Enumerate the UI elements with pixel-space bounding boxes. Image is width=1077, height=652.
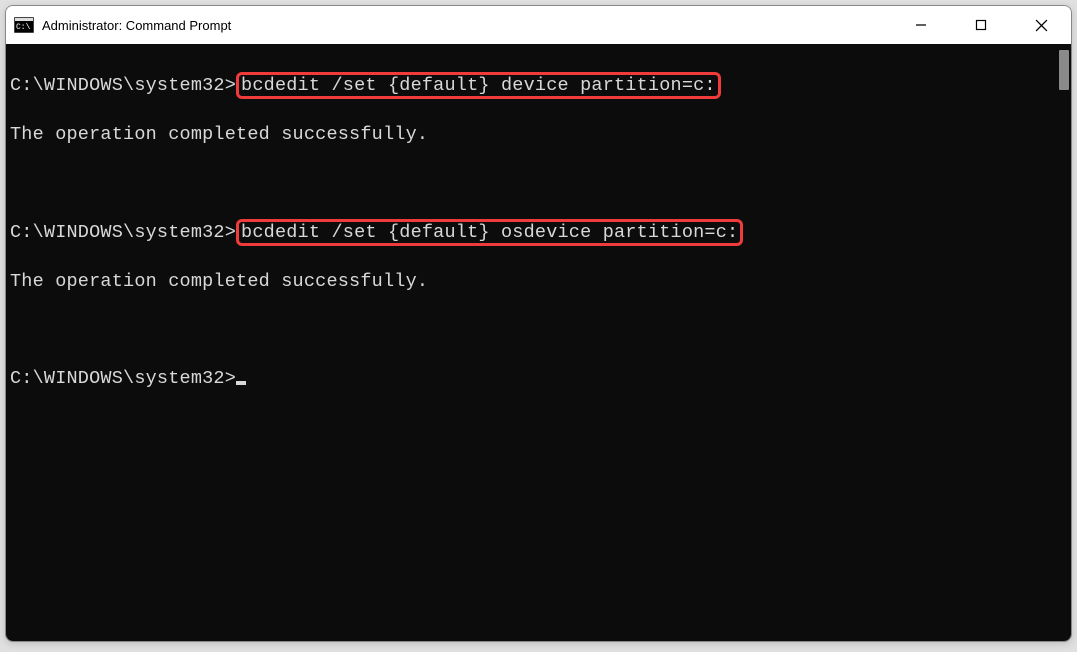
terminal-line <box>10 172 1067 196</box>
maximize-button[interactable] <box>951 6 1011 44</box>
minimize-button[interactable] <box>891 6 951 44</box>
terminal-line: C:\WINDOWS\system32>bcdedit /set {defaul… <box>10 74 1067 98</box>
terminal-line: The operation completed successfully. <box>10 270 1067 294</box>
prompt: C:\WINDOWS\system32> <box>10 222 236 243</box>
window-title: Administrator: Command Prompt <box>42 18 891 33</box>
terminal-line: The operation completed successfully. <box>10 123 1067 147</box>
terminal-line: C:\WINDOWS\system32>bcdedit /set {defaul… <box>10 221 1067 245</box>
svg-text:C:\: C:\ <box>16 23 31 32</box>
app-window: C:\ Administrator: Command Prompt C:\WIN… <box>5 5 1072 642</box>
command-highlight: bcdedit /set {default} osdevice partitio… <box>236 219 743 246</box>
prompt: C:\WINDOWS\system32> <box>10 368 236 389</box>
cmd-icon: C:\ <box>14 17 34 33</box>
prompt: C:\WINDOWS\system32> <box>10 75 236 96</box>
scrollbar[interactable] <box>1057 46 1069 639</box>
command-highlight: bcdedit /set {default} device partition=… <box>236 72 721 99</box>
close-button[interactable] <box>1011 6 1071 44</box>
titlebar[interactable]: C:\ Administrator: Command Prompt <box>6 6 1071 44</box>
window-controls <box>891 6 1071 44</box>
terminal-area[interactable]: C:\WINDOWS\system32>bcdedit /set {defaul… <box>6 44 1071 641</box>
terminal-line <box>10 318 1067 342</box>
terminal-content: C:\WINDOWS\system32>bcdedit /set {defaul… <box>6 44 1071 447</box>
scrollbar-thumb[interactable] <box>1059 50 1069 90</box>
cursor <box>236 381 246 385</box>
terminal-line: C:\WINDOWS\system32> <box>10 367 1067 391</box>
